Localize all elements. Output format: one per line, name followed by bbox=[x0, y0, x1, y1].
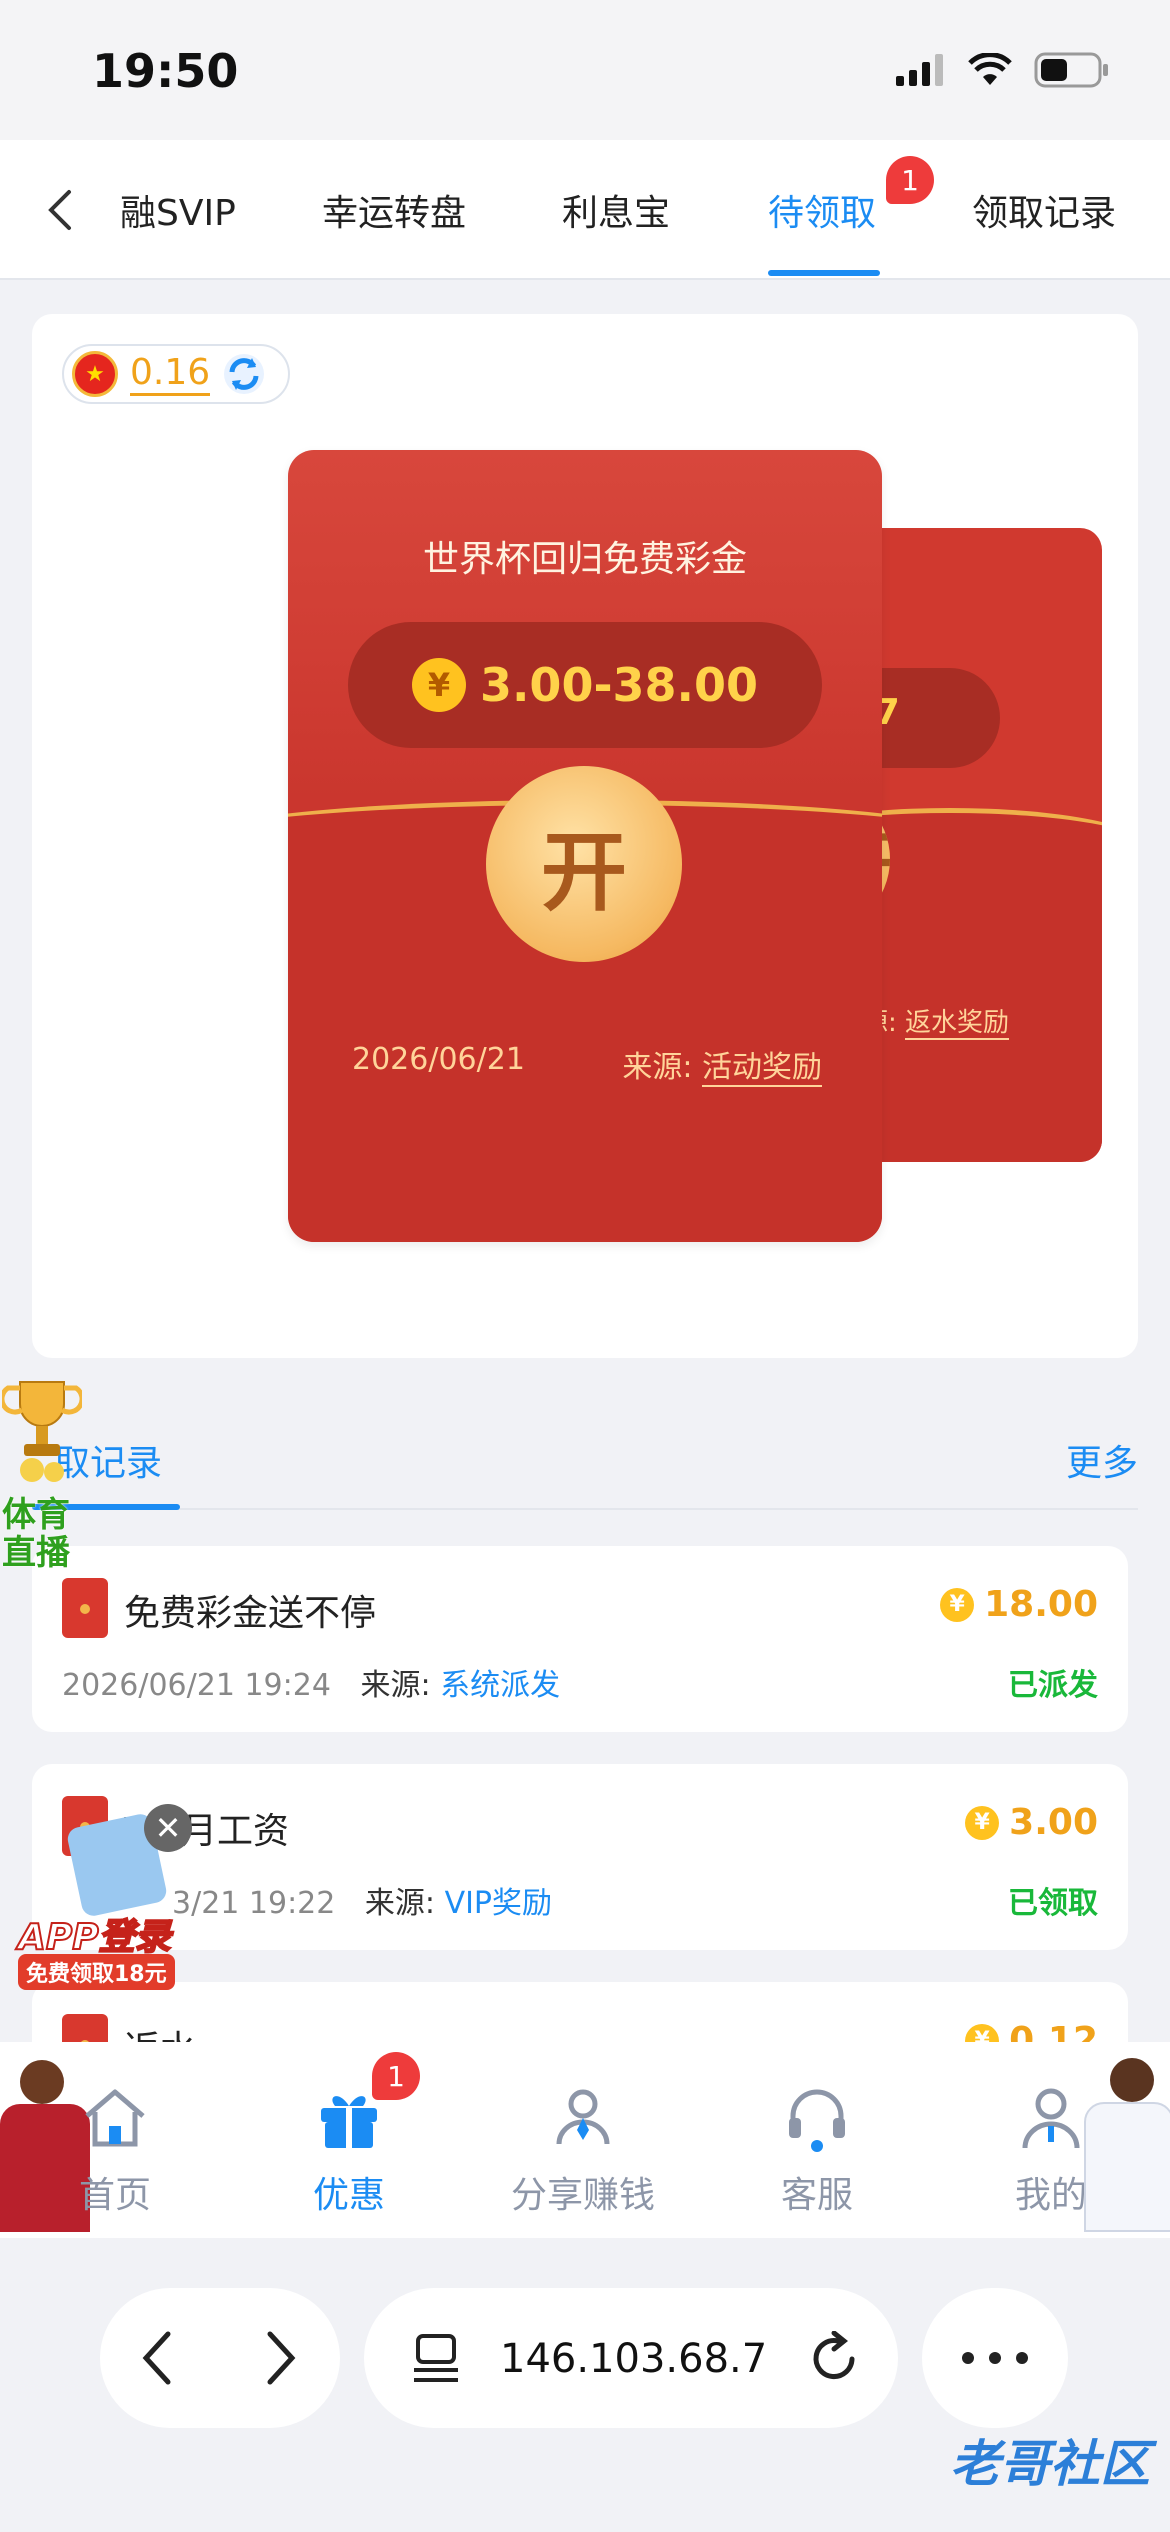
app-login-float-banner[interactable]: ✕ APP登录 免费领取18元 bbox=[14, 1804, 194, 1992]
record-amount-value: 18.00 bbox=[984, 1584, 1098, 1625]
player-illustration-right bbox=[1070, 2042, 1170, 2232]
envelope-source-label: 来源: bbox=[622, 1050, 693, 1085]
app-login-title: APP登录 bbox=[17, 1916, 172, 1959]
record-source-label: 来源: bbox=[360, 1668, 431, 1703]
status-icons bbox=[896, 52, 1110, 88]
back-button[interactable] bbox=[30, 180, 90, 240]
record-item[interactable]: VIP月工资 ¥ 3.00 3/21 19:22 来源: VIP奖励 已领取 bbox=[32, 1764, 1128, 1950]
yen-coin-icon: ¥ bbox=[965, 1805, 1000, 1840]
envelope-source-value[interactable]: 活动奖励 bbox=[702, 1050, 822, 1087]
tab-lucky-wheel[interactable]: 幸运转盘 bbox=[322, 184, 466, 236]
record-status: 已派发 bbox=[1008, 1668, 1098, 1703]
bottom-nav: 首页 优惠 1 分享赚钱 客服 我的 bbox=[0, 2042, 1170, 2238]
status-time: 19:50 bbox=[92, 44, 239, 98]
yen-coin-icon: ¥ bbox=[940, 1587, 975, 1622]
record-source-label: 来源: bbox=[364, 1886, 436, 1921]
red-envelope[interactable]: 世界杯回归免费彩金 ¥ 3.00-38.00 开 2026/06/21 来源: … bbox=[288, 450, 882, 1242]
envelope-title: 世界杯回归免费彩金 bbox=[422, 539, 747, 580]
browser-forward-icon[interactable] bbox=[260, 2328, 300, 2388]
envelope-source: 来源: 活动奖励 bbox=[622, 1042, 822, 1087]
tab-pending[interactable]: 待领取 bbox=[768, 184, 876, 236]
nav-home-label: 首页 bbox=[78, 2175, 151, 2216]
nav-support[interactable]: 客服 bbox=[722, 2082, 912, 2218]
envelope-date: 2026/06/21 bbox=[352, 1042, 525, 1077]
chevron-left-icon bbox=[48, 190, 71, 230]
tabs-icon[interactable] bbox=[410, 2332, 462, 2384]
red-envelope-icon bbox=[62, 1578, 108, 1638]
nav-promotions[interactable]: 优惠 bbox=[254, 2082, 444, 2218]
signal-icon bbox=[896, 54, 943, 86]
nav-home[interactable]: 首页 bbox=[20, 2082, 210, 2218]
headset-icon bbox=[789, 2089, 845, 2152]
sports-live-float-button[interactable]: 体育 直播 bbox=[0, 1374, 90, 1574]
top-tab-bar: 融SVIP 幸运转盘 利息宝 待领取 1 领取记录 bbox=[0, 140, 1170, 280]
record-meta: 2026/06/21 19:24 来源: 系统派发 bbox=[62, 1660, 560, 1704]
records-header: 取记录 更多 bbox=[32, 1398, 1138, 1510]
envelope-next-source-value: 返水奖励 bbox=[905, 1008, 1010, 1040]
nav-share-earn[interactable]: 分享赚钱 bbox=[488, 2082, 678, 2218]
open-envelope-button[interactable]: 开 bbox=[486, 766, 682, 962]
address-bar[interactable]: 146.103.68.7 bbox=[364, 2288, 898, 2428]
sports-live-label: 体育 直播 bbox=[2, 1496, 70, 1572]
yen-coin-icon: ¥ bbox=[411, 658, 466, 712]
watermark-logo: 老哥社区 bbox=[950, 2435, 1150, 2493]
home-icon bbox=[85, 2089, 145, 2147]
refresh-icon[interactable] bbox=[222, 352, 266, 396]
record-item[interactable]: 免费彩金送不停 ¥ 18.00 2026/06/21 19:24 来源: 系统派… bbox=[32, 1546, 1128, 1732]
nav-support-label: 客服 bbox=[780, 2175, 853, 2216]
sports-live-label-line1: 体育 bbox=[2, 1495, 70, 1535]
record-status: 已领取 bbox=[1008, 1886, 1098, 1921]
record-name: 免费彩金送不停 bbox=[124, 1593, 377, 1634]
nav-promotions-label: 优惠 bbox=[312, 2175, 385, 2216]
tab-active-indicator bbox=[768, 270, 880, 276]
china-flag-icon: ★ bbox=[72, 351, 118, 397]
balance-pill: ★ 0.16 bbox=[62, 344, 290, 404]
record-source: 系统派发 bbox=[440, 1668, 561, 1703]
record-date: 2026/06/21 19:24 bbox=[62, 1668, 331, 1703]
sports-live-label-line2: 直播 bbox=[2, 1533, 70, 1573]
close-icon[interactable]: ✕ bbox=[144, 1804, 192, 1852]
battery-icon bbox=[1034, 52, 1108, 88]
browser-back-icon[interactable] bbox=[138, 2328, 178, 2388]
records-more-link[interactable]: 更多 bbox=[1066, 1434, 1138, 1486]
tab-pending-badge: 1 bbox=[886, 156, 934, 204]
more-dots-icon bbox=[962, 2352, 1028, 2364]
app-login-subtitle: 免费领取18元 bbox=[18, 1954, 175, 1990]
record-amount: ¥ 3.00 bbox=[965, 1802, 1098, 1843]
status-bar: 19:50 bbox=[0, 0, 1170, 140]
tab-svip[interactable]: 融SVIP bbox=[120, 184, 236, 236]
record-date: 3/21 19:22 bbox=[172, 1886, 336, 1921]
nav-share-earn-label: 分享赚钱 bbox=[510, 2175, 655, 2216]
trophy-icon bbox=[2, 1381, 82, 1482]
envelope-amount-pill: ¥ 3.00-38.00 bbox=[348, 622, 822, 748]
tab-interest[interactable]: 利息宝 bbox=[562, 184, 670, 236]
nav-promotions-badge: 1 bbox=[372, 2052, 420, 2100]
record-amount-value: 3.00 bbox=[1009, 1802, 1098, 1843]
record-amount: ¥ 18.00 bbox=[940, 1584, 1098, 1625]
url-text: 146.103.68.7 bbox=[500, 2336, 768, 2382]
balance-value: 0.16 bbox=[130, 352, 211, 396]
record-source: VIP奖励 bbox=[444, 1886, 553, 1921]
envelope-amount: 3.00-38.00 bbox=[479, 658, 759, 712]
tab-records[interactable]: 领取记录 bbox=[972, 184, 1116, 236]
browser-nav-pill bbox=[100, 2288, 340, 2428]
wifi-icon bbox=[968, 53, 1012, 85]
more-menu-button[interactable] bbox=[922, 2288, 1068, 2428]
share-earn-icon bbox=[556, 2089, 610, 2145]
reload-icon[interactable] bbox=[808, 2331, 862, 2385]
